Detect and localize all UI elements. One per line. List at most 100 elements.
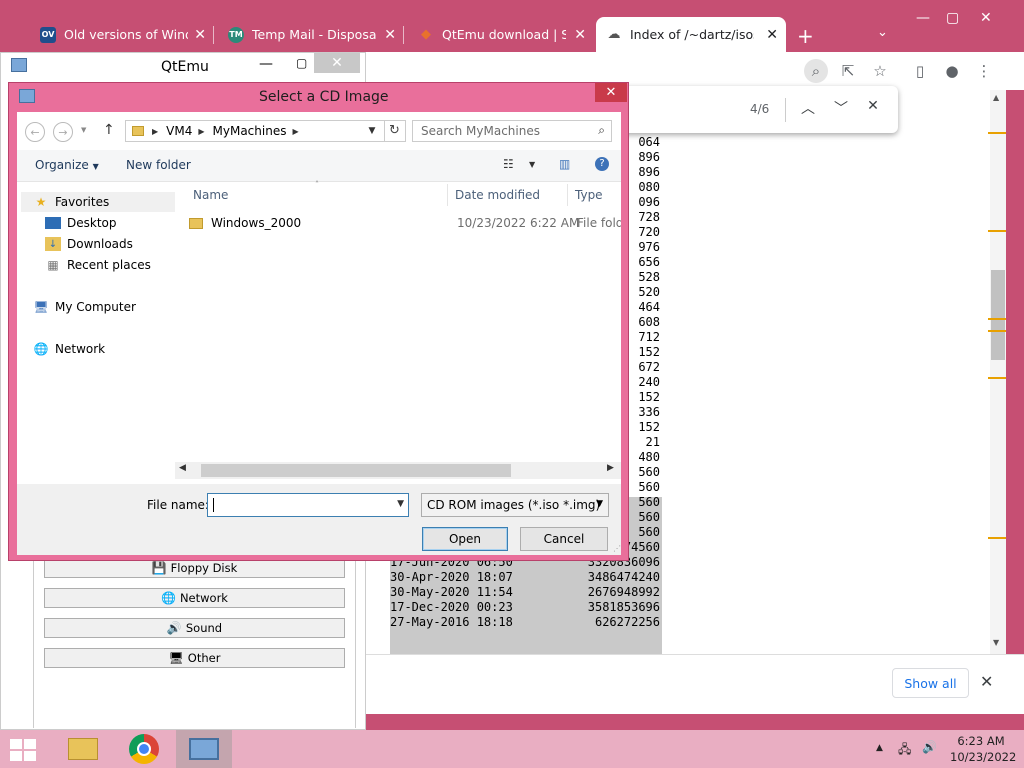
chevron-down-icon[interactable]: ▼ [397, 499, 404, 509]
refresh-icon[interactable]: ↻ [384, 120, 406, 142]
file-row-windows-2000[interactable]: Windows_2000 10/23/2022 6:22 AM File fol… [189, 212, 621, 234]
close-icon[interactable]: ✕ [766, 27, 778, 43]
cancel-button[interactable]: Cancel [520, 527, 608, 551]
windows-start-icon[interactable] [10, 739, 36, 761]
chevron-down-icon[interactable]: ⌄ [877, 25, 888, 40]
page-scrollbar[interactable]: ▲ ▼ [988, 90, 1006, 654]
bookmark-star-icon[interactable]: ☆ [868, 59, 892, 83]
close-icon[interactable]: ✕ [194, 27, 206, 43]
other-icon: 🖥 [168, 651, 184, 665]
tab-title: Old versions of Window [64, 27, 188, 42]
close-icon[interactable]: ✕ [314, 53, 360, 73]
nav-desktop[interactable]: Desktop [45, 213, 117, 233]
scroll-up-icon[interactable]: ▲ [993, 93, 999, 102]
sound-button[interactable]: 🔊 Sound [44, 618, 345, 638]
chevron-right-icon[interactable]: ▶ [292, 127, 298, 136]
scrollbar-thumb[interactable] [991, 270, 1005, 360]
column-name[interactable]: Name [193, 188, 228, 202]
network-tray-icon[interactable]: 🖧 [898, 740, 911, 761]
chevron-right-icon[interactable]: ▶ [198, 127, 204, 136]
horizontal-scrollbar[interactable]: ◀ ▶ [175, 462, 621, 479]
minimize-icon[interactable]: — [259, 56, 273, 72]
floppy-icon: 💾 [151, 561, 167, 575]
nav-my-computer[interactable]: 🖥 My Computer [33, 297, 136, 317]
maximize-icon[interactable]: ▢ [296, 56, 307, 70]
floppy-disk-button[interactable]: 💾 Floppy Disk [44, 558, 345, 578]
clock-time: 6:23 AM [957, 734, 1005, 748]
breadcrumb-mymachines[interactable]: MyMachines [213, 124, 287, 138]
close-icon[interactable]: ✕ [980, 672, 993, 691]
breadcrumb-vm4[interactable]: VM4 [166, 124, 192, 138]
sound-icon: 🔊 [166, 621, 182, 635]
tab-index-isos[interactable]: ☁ Index of /~dartz/isos/ ✕ [596, 17, 786, 52]
qtemu-app-icon [11, 58, 27, 72]
scroll-down-icon[interactable]: ▼ [993, 638, 999, 647]
close-icon[interactable]: ✕ [384, 27, 396, 43]
scrollbar-thumb[interactable] [201, 464, 511, 477]
tab-strip: OV Old versions of Window ✕ TM Temp Mail… [0, 0, 1024, 52]
file-size: 626272256 [594, 615, 660, 629]
column-type[interactable]: Type [575, 188, 603, 202]
file-name-input[interactable]: ▼ [207, 493, 409, 517]
find-previous-icon[interactable]: ︿ [798, 98, 818, 120]
nav-network[interactable]: 🌐 Network [33, 339, 106, 359]
scroll-left-icon[interactable]: ◀ [179, 463, 186, 473]
search-input[interactable]: Search MyMachines ⌕ [412, 120, 612, 142]
find-next-icon[interactable]: ﹀ [831, 98, 851, 120]
preview-pane-icon[interactable]: ▥ [559, 157, 570, 171]
open-button[interactable]: Open [422, 527, 508, 551]
network-button[interactable]: 🌐 Network [44, 588, 345, 608]
scroll-right-icon[interactable]: ▶ [607, 463, 614, 473]
column-divider[interactable] [567, 184, 568, 206]
filter-value: CD ROM images (*.iso *.img) [427, 498, 601, 512]
address-dropdown-icon[interactable]: ▼ [361, 120, 383, 142]
tray-overflow-icon[interactable]: ▲ [876, 743, 883, 753]
column-divider[interactable] [447, 184, 448, 206]
nav-favorites[interactable]: ★ Favorites [21, 192, 175, 212]
nav-downloads[interactable]: ↓ Downloads [45, 234, 133, 254]
zoom-search-icon[interactable]: ⌕ [804, 59, 828, 83]
clock[interactable]: 6:23 AM 10/23/2022 [950, 733, 1016, 765]
nav-label: Recent places [67, 258, 151, 272]
chevron-right-icon[interactable]: ▶ [152, 127, 158, 136]
address-bar[interactable]: ▶ VM4 ▶ MyMachines ▶ [125, 120, 385, 142]
tab-old-versions[interactable]: OV Old versions of Window ✕ [30, 17, 214, 52]
divider [785, 98, 786, 122]
close-icon[interactable]: ✕ [595, 83, 627, 102]
profile-icon[interactable]: ● [940, 59, 964, 83]
menu-kebab-icon[interactable]: ⋮ [972, 59, 996, 83]
file-explorer-icon[interactable] [55, 730, 111, 768]
other-button[interactable]: 🖥 Other [44, 648, 345, 668]
tab-qtemu-download[interactable]: ◆ QtEmu download | Sou ✕ [408, 17, 594, 52]
new-folder-button[interactable]: New folder [126, 158, 191, 172]
new-tab-icon[interactable]: + [797, 24, 814, 48]
nav-recent-places[interactable]: ▦ Recent places [45, 255, 151, 275]
share-icon[interactable]: ⇱ [836, 59, 860, 83]
forward-icon[interactable]: → [53, 122, 73, 142]
volume-icon[interactable]: 🔊 [922, 740, 937, 754]
up-arrow-icon[interactable]: ↑ [103, 122, 115, 138]
chevron-down-icon[interactable]: ▼ [529, 160, 535, 169]
resize-grip-icon[interactable]: ⋰ [613, 544, 621, 553]
back-icon[interactable]: ← [25, 122, 45, 142]
chrome-icon[interactable] [116, 730, 172, 768]
star-icon: ★ [35, 195, 47, 209]
help-icon[interactable]: ? [595, 157, 609, 171]
minimize-icon[interactable]: — [916, 10, 930, 26]
qtemu-taskbar-icon[interactable] [176, 730, 232, 768]
recent-dropdown-icon[interactable]: ▼ [81, 126, 86, 134]
organize-button[interactable]: Organize ▼ [35, 158, 99, 172]
show-all-button[interactable]: Show all [892, 668, 969, 698]
column-date-modified[interactable]: Date modified [455, 188, 540, 202]
close-icon[interactable]: ✕ [574, 27, 586, 43]
nav-label: Downloads [67, 237, 133, 251]
tab-favicon: TM [228, 26, 244, 43]
side-panel-icon[interactable]: ▯ [908, 59, 932, 83]
file-type-filter-select[interactable]: CD ROM images (*.iso *.img) ▼ [421, 493, 609, 517]
tab-temp-mail[interactable]: TM Temp Mail - Disposable ✕ [218, 17, 404, 52]
close-icon[interactable]: ✕ [980, 10, 992, 26]
file-name: Windows_2000 [211, 216, 302, 230]
find-close-icon[interactable]: ✕ [863, 98, 883, 120]
maximize-icon[interactable]: ▢ [946, 10, 959, 26]
view-options-icon[interactable]: ☷ [503, 157, 514, 171]
